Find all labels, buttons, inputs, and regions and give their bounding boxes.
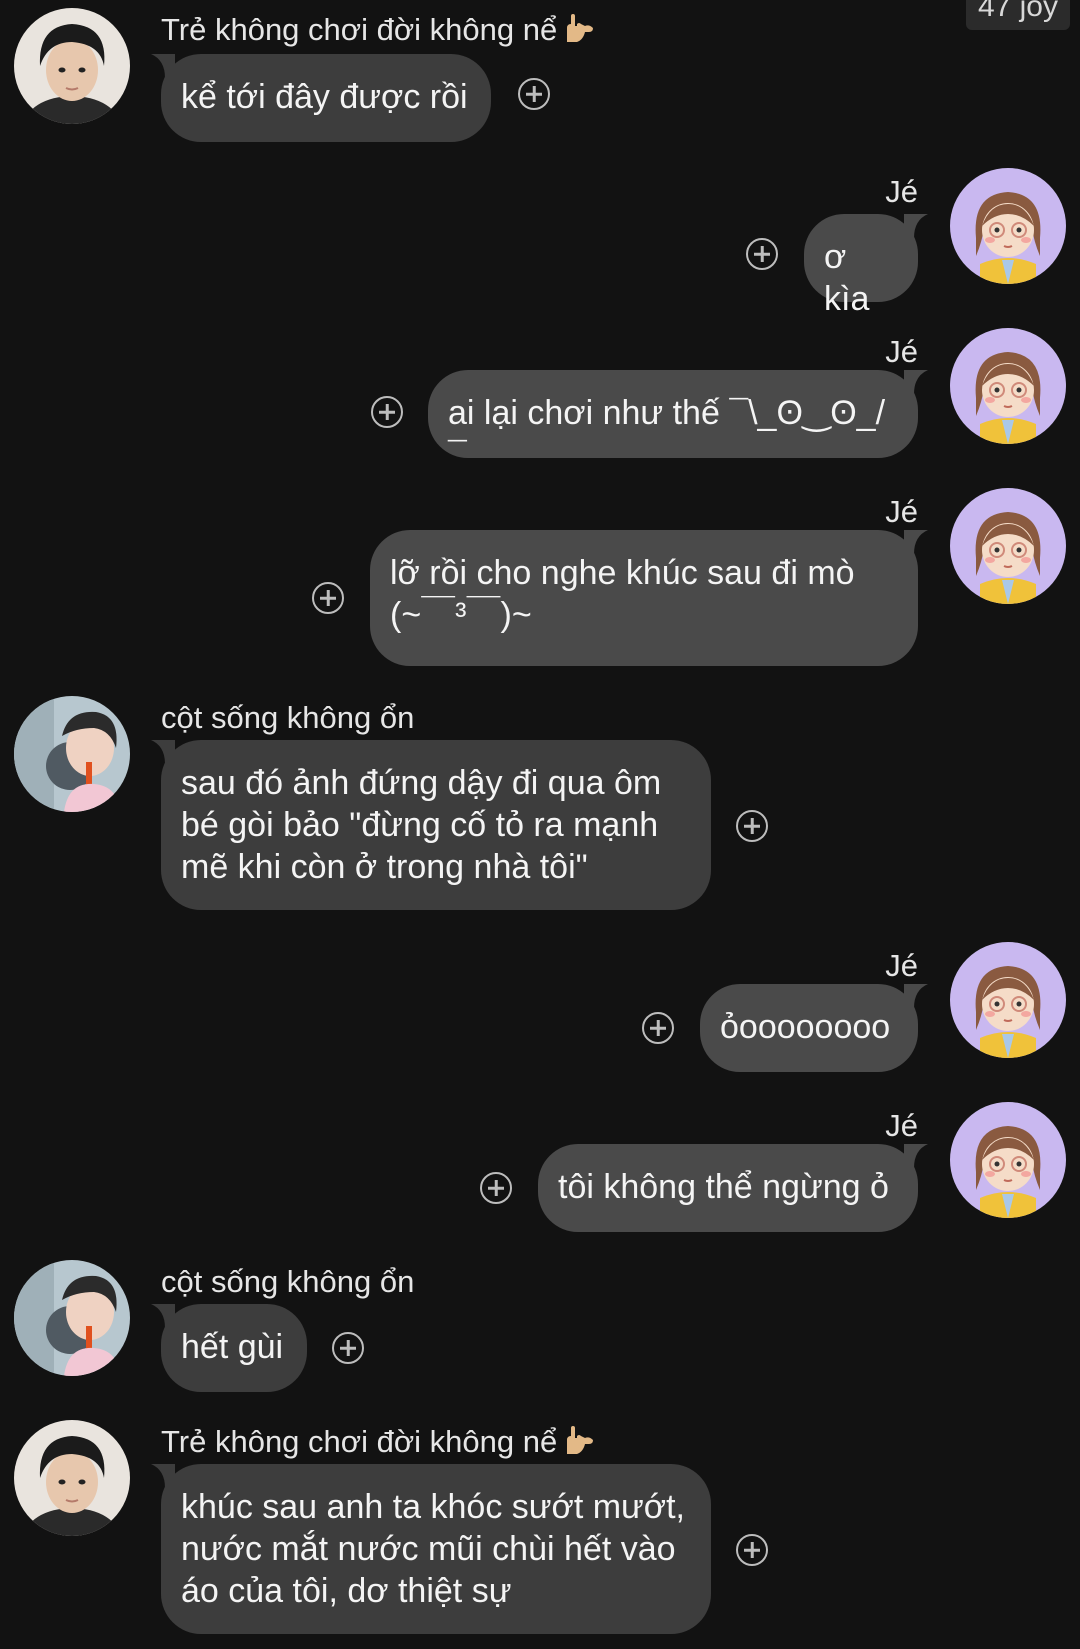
- message-text: ơ kìa: [824, 238, 870, 318]
- sender-name: Trẻ không chơi đời không nể: [161, 12, 595, 52]
- add-reaction-button[interactable]: [736, 810, 768, 842]
- add-reaction-button[interactable]: [736, 1534, 768, 1566]
- sender-name: Jé: [885, 1108, 918, 1143]
- sender-name: cột sống không ổn: [161, 700, 415, 735]
- sender-name: Jé: [885, 948, 918, 983]
- message-bubble[interactable]: lỡ rồi cho nghe khúc sau đi mò (~￣³￣)~: [370, 530, 928, 666]
- avatar[interactable]: [14, 1260, 130, 1376]
- message-bubble[interactable]: kể tới đây được rồi: [151, 54, 491, 142]
- message-text: ỏoooooooo: [720, 1008, 891, 1046]
- add-reaction-button[interactable]: [312, 582, 344, 614]
- boy-avatar-icon: [14, 8, 130, 124]
- avatar[interactable]: [950, 168, 1066, 284]
- avatar[interactable]: [950, 1102, 1066, 1218]
- avatar[interactable]: [950, 942, 1066, 1058]
- girl-cartoon-avatar-icon: [950, 488, 1066, 604]
- avatar[interactable]: [14, 1420, 130, 1536]
- message-text: ai lại chơi như thế ¯\_ʘ‿ʘ_/¯: [448, 394, 886, 474]
- message-bubble[interactable]: sau đó ảnh đứng dậy đi qua ôm bé gòi bảo…: [151, 740, 711, 910]
- message-text: tôi không thể ngừng ỏ: [558, 1168, 889, 1206]
- sender-name: Jé: [885, 334, 918, 369]
- message-text: lỡ rồi cho nghe khúc sau đi mò (~￣³￣)~: [390, 554, 855, 634]
- sender-name: cột sống không ổn: [161, 1264, 415, 1299]
- add-reaction-button[interactable]: [480, 1172, 512, 1204]
- girl-cartoon-avatar-icon: [950, 168, 1066, 284]
- reaction-count-badge: 47 joy: [965, 0, 1070, 30]
- girl-cartoon-avatar-icon: [950, 328, 1066, 444]
- message-bubble[interactable]: ỏoooooooo: [700, 984, 928, 1072]
- message-text: khúc sau anh ta khóc sướt mướt, nước mắt…: [181, 1488, 685, 1610]
- sender-name: Jé: [885, 174, 918, 209]
- hand-sign-icon: [563, 1426, 595, 1464]
- girl-cartoon-avatar-icon: [950, 942, 1066, 1058]
- avatar[interactable]: [950, 488, 1066, 604]
- girl-cartoon-avatar-icon: [950, 1102, 1066, 1218]
- message-bubble[interactable]: ai lại chơi như thế ¯\_ʘ‿ʘ_/¯: [428, 370, 928, 474]
- add-reaction-button[interactable]: [642, 1012, 674, 1044]
- message-bubble[interactable]: khúc sau anh ta khóc sướt mướt, nước mắt…: [151, 1464, 711, 1634]
- avatar[interactable]: [14, 8, 130, 124]
- message-text: kể tới đây được rồi: [181, 78, 468, 116]
- sender-name: Jé: [885, 494, 918, 529]
- boy-avatar-icon: [14, 1260, 130, 1376]
- add-reaction-button[interactable]: [518, 78, 550, 110]
- avatar[interactable]: [14, 696, 130, 812]
- add-reaction-button[interactable]: [371, 396, 403, 428]
- add-reaction-button[interactable]: [746, 238, 778, 270]
- message-text: hết gùi: [181, 1328, 284, 1366]
- hand-sign-icon: [563, 14, 595, 52]
- avatar[interactable]: [950, 328, 1066, 444]
- sender-name: Trẻ không chơi đời không nể: [161, 1424, 595, 1464]
- message-text: sau đó ảnh đứng dậy đi qua ôm bé gòi bảo…: [181, 764, 662, 886]
- message-bubble[interactable]: ơ kìa: [804, 214, 928, 318]
- boy-avatar-icon: [14, 696, 130, 812]
- message-bubble[interactable]: tôi không thể ngừng ỏ: [538, 1144, 928, 1232]
- boy-avatar-icon: [14, 1420, 130, 1536]
- add-reaction-button[interactable]: [332, 1332, 364, 1364]
- message-bubble[interactable]: hết gùi: [151, 1304, 307, 1392]
